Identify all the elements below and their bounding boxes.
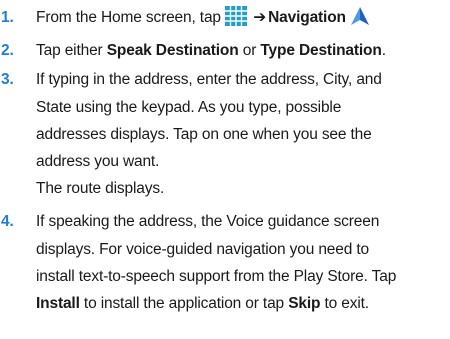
step-text-line: State using the keypad. As you type, pos…: [36, 98, 342, 116]
steps-list: 1. From the Home screen, tap ➔ Navigation: [0, 4, 450, 317]
step-text-line: If typing in the address, enter the addr…: [36, 71, 382, 89]
step-text: Tap either Speak Destination or Type Des…: [36, 42, 386, 60]
step-text-line: address you want.: [36, 153, 160, 171]
navigation-label: Navigation: [268, 9, 346, 26]
step-3: 3. If typing in the address, enter the a…: [0, 66, 450, 202]
speak-destination-label: Speak Destination: [106, 42, 239, 60]
step-number: 2.: [1, 42, 14, 60]
step-text-line: Install to install the application or ta…: [36, 295, 369, 313]
step-1: 1. From the Home screen, tap ➔ Navigation: [0, 4, 450, 35]
type-destination-label: Type Destination: [260, 42, 382, 60]
step-text-line: addresses displays. Tap on one when you …: [36, 125, 372, 143]
step-4: 4. If speaking the address, the Voice gu…: [0, 208, 450, 317]
step-text: From the Home screen, tap ➔ Navigation: [36, 4, 450, 35]
step-number: 3.: [1, 71, 14, 89]
install-label: Install: [36, 295, 80, 313]
navigation-arrow-icon: [350, 6, 370, 35]
arrow-icon: ➔: [253, 9, 267, 26]
apps-grid-icon: [225, 6, 248, 35]
step-text-line: If speaking the address, the Voice guida…: [36, 213, 380, 231]
step-2: 2. Tap either Speak Destination or Type …: [0, 37, 450, 64]
step-result: The route displays.: [36, 180, 165, 198]
step-number: 1.: [1, 9, 14, 26]
skip-label: Skip: [288, 295, 321, 313]
step-number: 4.: [1, 213, 14, 231]
step-text-line: install text-to-speech support from the …: [36, 267, 397, 285]
step-text-line: displays. For voice-guided navigation yo…: [36, 240, 369, 258]
